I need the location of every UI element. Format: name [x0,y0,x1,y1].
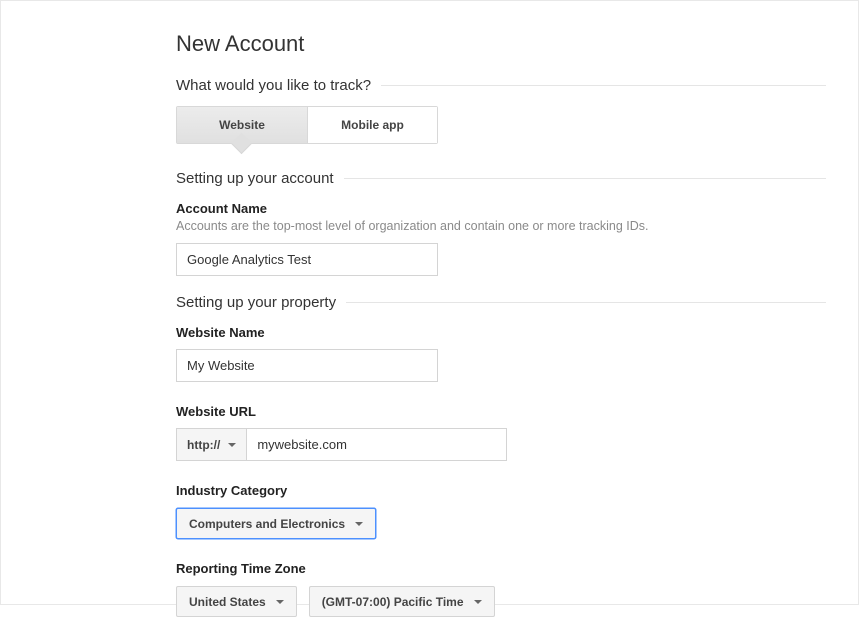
account-name-desc: Accounts are the top-most level of organ… [176,219,826,233]
account-name-label: Account Name [176,201,826,216]
account-name-input[interactable] [176,243,438,276]
divider [381,85,826,86]
divider [344,178,826,179]
divider [346,302,826,303]
page-title: New Account [176,31,826,57]
industry-category-value: Computers and Electronics [189,517,345,531]
property-section-header: Setting up your property [176,294,826,311]
account-section-header: Setting up your account [176,170,826,187]
protocol-dropdown[interactable]: http:// [176,428,247,461]
track-question: What would you like to track? [176,77,381,94]
timezone-value-dropdown[interactable]: (GMT-07:00) Pacific Time [309,586,495,617]
tab-mobile-app[interactable]: Mobile app [307,107,437,143]
track-section-header: What would you like to track? [176,77,826,94]
account-section-label: Setting up your account [176,170,344,187]
track-type-toggle: Website Mobile app [176,106,438,144]
website-url-input[interactable] [247,428,507,461]
timezone-country-dropdown[interactable]: United States [176,586,297,617]
industry-category-label: Industry Category [176,483,826,498]
caret-down-icon [355,522,363,526]
caret-down-icon [276,600,284,604]
protocol-value: http:// [187,438,220,452]
caret-down-icon [474,600,482,604]
website-url-label: Website URL [176,404,826,419]
timezone-country-value: United States [189,595,266,609]
website-name-label: Website Name [176,325,826,340]
industry-category-dropdown[interactable]: Computers and Electronics [176,508,376,539]
caret-down-icon [228,443,236,447]
timezone-label: Reporting Time Zone [176,561,826,576]
website-name-input[interactable] [176,349,438,382]
tab-website[interactable]: Website [177,107,307,143]
timezone-value: (GMT-07:00) Pacific Time [322,595,464,609]
property-section-label: Setting up your property [176,294,346,311]
